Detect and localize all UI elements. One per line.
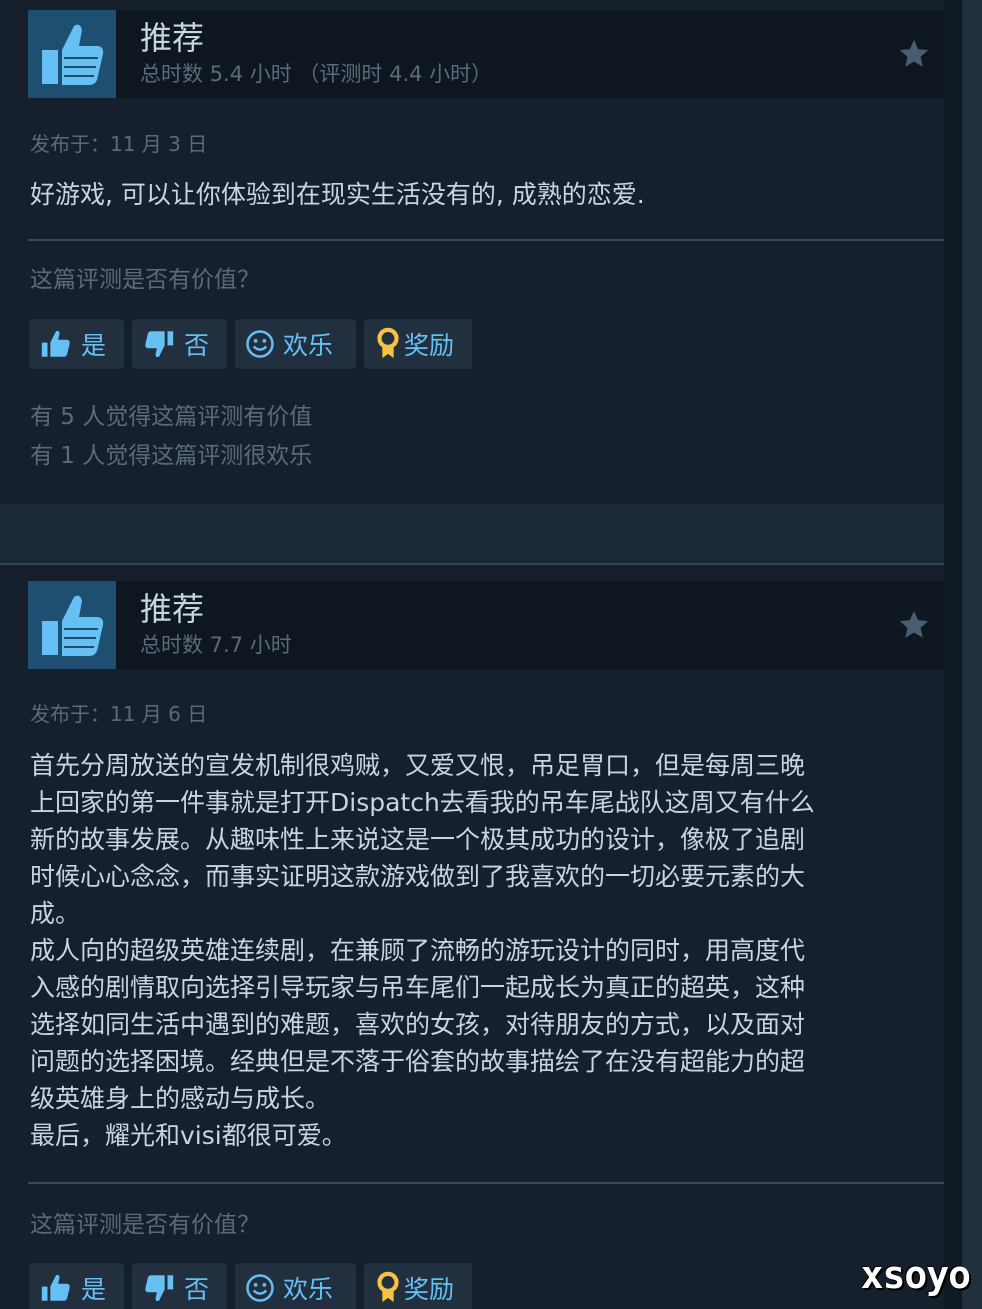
review-verdict[interactable]: 推荐 (140, 589, 204, 629)
award-button[interactable]: 奖励 (364, 1263, 472, 1309)
award-button[interactable]: 奖励 (364, 319, 472, 369)
helpful-count: 有 5 人觉得这篇评测有价值 (30, 404, 313, 430)
playtime-hours: 总时数 5.4 小时 （评测时 4.4 小时） (140, 62, 493, 86)
review-card: 推荐 总时数 5.4 小时 （评测时 4.4 小时） 发布于：11 月 3 日 … (0, 0, 944, 504)
vote-yes-button[interactable]: 是 (29, 1263, 124, 1309)
vote-yes-button[interactable]: 是 (29, 319, 124, 369)
scrollbar-thumb[interactable] (962, 0, 982, 1309)
award-ribbon-icon (376, 327, 400, 361)
vote-funny-button[interactable]: 欢乐 (235, 1263, 356, 1309)
smiley-icon (245, 329, 275, 359)
smiley-icon (245, 1273, 275, 1303)
vote-no-label: 否 (184, 1275, 210, 1304)
thumbs-up-small-icon (39, 327, 73, 361)
thumbs-down-small-icon (142, 1271, 176, 1305)
thumbs-up-icon (28, 10, 116, 98)
thumbs-down-small-icon (142, 327, 176, 361)
vote-no-button[interactable]: 否 (132, 319, 227, 369)
review-header[interactable]: 推荐 总时数 7.7 小时 (28, 581, 944, 669)
posted-date: 发布于：11 月 3 日 (30, 132, 208, 156)
vote-yes-label: 是 (81, 1275, 107, 1304)
watermark: xsoyo (860, 1253, 971, 1297)
reviews-page: 推荐 总时数 5.4 小时 （评测时 4.4 小时） 发布于：11 月 3 日 … (0, 0, 982, 1309)
review-header[interactable]: 推荐 总时数 5.4 小时 （评测时 4.4 小时） (28, 10, 944, 98)
playtime-hours: 总时数 7.7 小时 (140, 633, 292, 657)
vote-funny-button[interactable]: 欢乐 (235, 319, 356, 369)
award-ribbon-icon (376, 1271, 400, 1305)
posted-date: 发布于：11 月 6 日 (30, 702, 208, 726)
award-label: 奖励 (404, 1275, 455, 1304)
vote-no-label: 否 (184, 331, 210, 360)
funny-count: 有 1 人觉得这篇评测很欢乐 (30, 443, 313, 469)
review-card: 推荐 总时数 7.7 小时 发布于：11 月 6 日 首先分周放送的宣发机制很鸡… (0, 563, 944, 1309)
vote-funny-label: 欢乐 (283, 1275, 334, 1304)
thumbs-up-small-icon (39, 1271, 73, 1305)
helpful-question: 这篇评测是否有价值？ (30, 267, 260, 293)
star-icon[interactable] (896, 607, 932, 643)
vote-no-button[interactable]: 否 (132, 1263, 227, 1309)
divider (28, 239, 944, 241)
review-body: 好游戏, 可以让你体验到在现实生活没有的, 成熟的恋爱. (30, 180, 645, 209)
divider (28, 1182, 944, 1184)
thumbs-up-icon (28, 581, 116, 669)
vote-yes-label: 是 (81, 331, 107, 360)
review-verdict[interactable]: 推荐 (140, 18, 204, 58)
vote-funny-label: 欢乐 (283, 331, 334, 360)
award-label: 奖励 (404, 331, 455, 360)
review-body: 首先分周放送的宣发机制很鸡贼，又爱又恨，吊足胃口，但是每周三晚 上回家的第一件事… (30, 751, 815, 1150)
helpful-question: 这篇评测是否有价值？ (30, 1212, 260, 1238)
star-icon[interactable] (896, 36, 932, 72)
